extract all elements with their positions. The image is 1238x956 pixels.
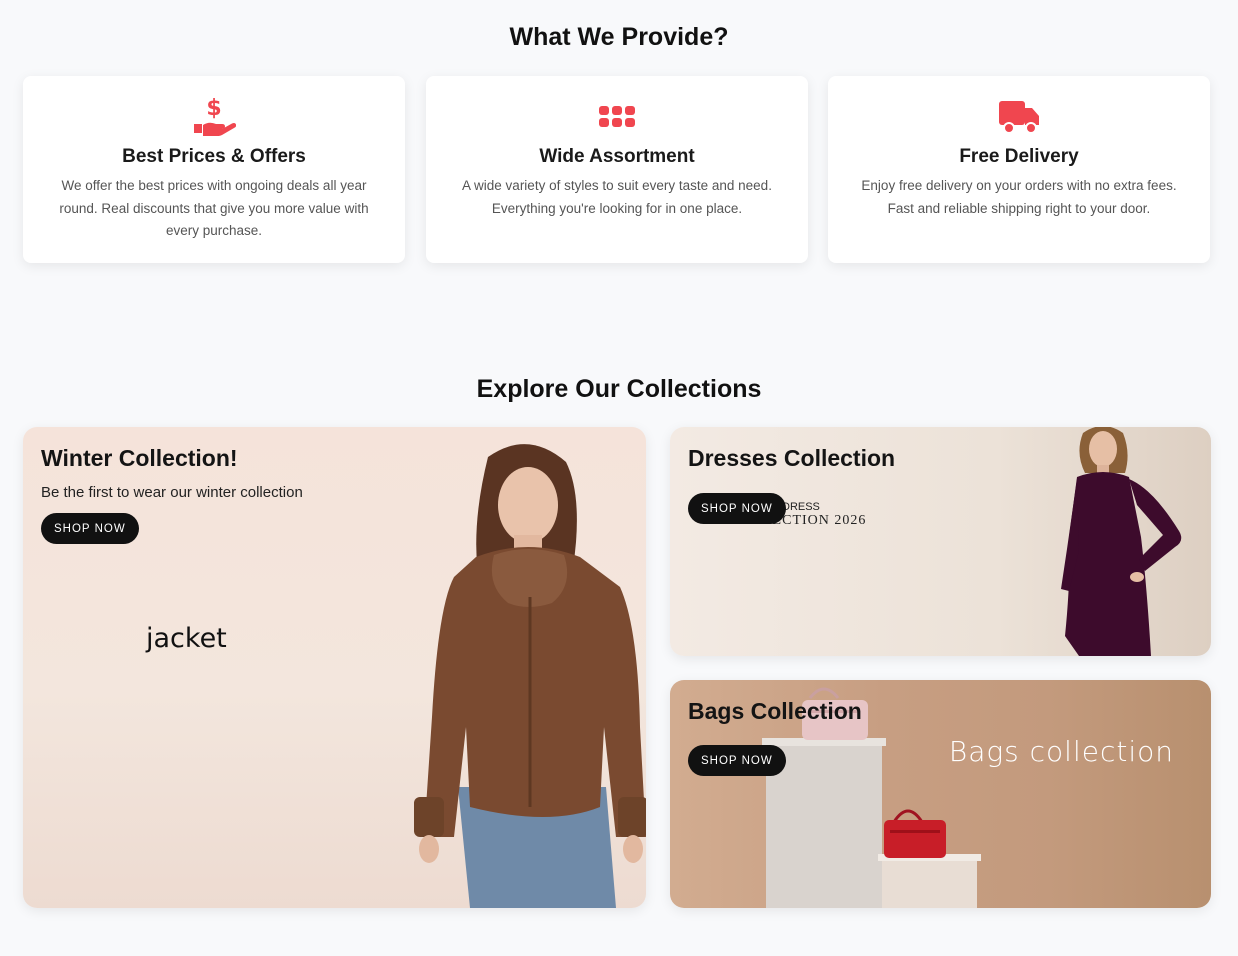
card-title: Winter Collection! [41,445,238,471]
provide-section-title: What We Provide? [509,23,729,51]
shop-now-button[interactable]: SHOP NOW [688,493,786,524]
feature-title: Best Prices & Offers [122,146,306,167]
truck-icon [997,96,1041,136]
dresses-collection-card[interactable]: Dresses Collection SHOP NOW DRESS COLLEC… [670,427,1211,656]
feature-title: Free Delivery [959,146,1079,167]
feature-title: Wide Assortment [539,146,695,167]
feature-description: A wide variety of styles to suit every t… [462,178,772,216]
shop-now-button[interactable]: SHOP NOW [41,513,139,544]
bags-collection-card[interactable]: Bags Collection SHOP NOW Bags collection [670,680,1211,908]
feature-description: Enjoy free delivery on your orders with … [861,178,1177,216]
feature-card-wide-assortment: Wide Assortment A wide variety of styles… [426,76,808,263]
svg-text:$: $ [206,96,221,121]
card-title: Bags Collection [688,698,862,724]
collections-section-title: Explore Our Collections [476,375,762,403]
model-jacket-image [414,444,646,908]
feature-card-best-prices: $ Best Prices & Offers We offer the best… [23,76,405,263]
card-title: Dresses Collection [688,445,896,471]
image-caption: jacket [146,623,227,654]
card-subtitle: Be the first to wear our winter collecti… [41,484,303,501]
bags-image-caption: Bags collection [948,735,1174,768]
dress-image-caption: DRESS [782,501,820,513]
model-dress-image [1061,427,1182,656]
shop-now-button[interactable]: SHOP NOW [688,745,786,776]
hand-dollar-icon: $ [192,96,236,136]
feature-description: We offer the best prices with ongoing de… [59,178,369,238]
winter-collection-card[interactable]: Winter Collection! Be the first to wear … [23,427,646,908]
feature-card-free-delivery: Free Delivery Enjoy free delivery on you… [828,76,1210,263]
grid-icon [595,96,639,136]
